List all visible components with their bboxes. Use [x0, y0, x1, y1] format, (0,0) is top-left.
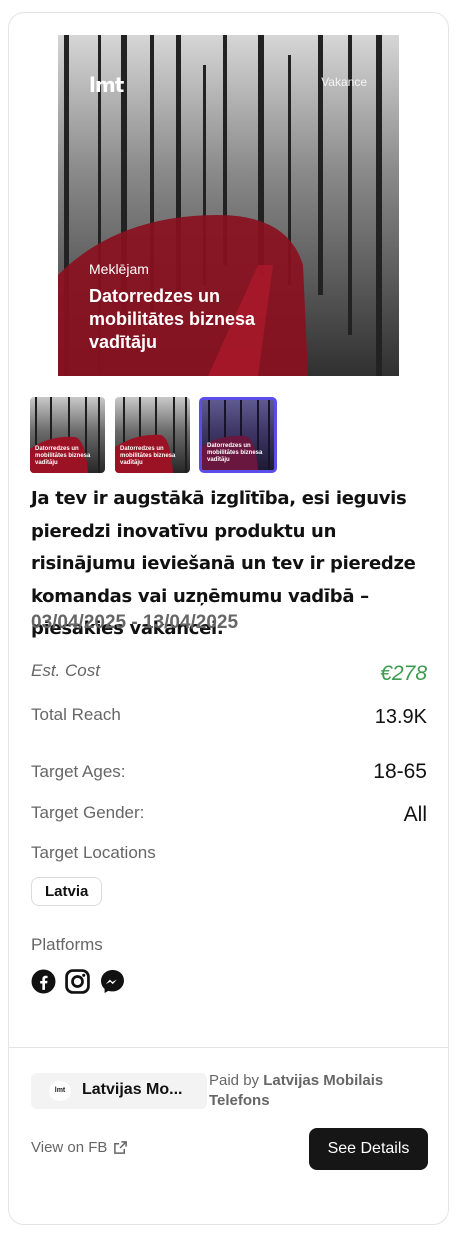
thumbnail-caption: Datorredzes un mobilitātes biznesa vadīt…	[120, 446, 176, 466]
view-on-fb-link[interactable]: View on FB	[31, 1139, 128, 1156]
paid-by-text: Paid by Latvijas Mobilais Telefons	[209, 1071, 419, 1111]
target-gender-label: Target Gender:	[31, 803, 145, 822]
thumbnail-1[interactable]: Datorredzes un mobilitātes biznesa vadīt…	[30, 397, 105, 473]
platforms-label: Platforms	[31, 935, 103, 954]
total-reach-label: Total Reach	[31, 705, 121, 724]
advertiser-avatar: lmt	[49, 1081, 71, 1101]
instagram-icon	[65, 969, 90, 994]
est-cost-label: Est. Cost	[31, 661, 100, 680]
thumbnail-caption: Datorredzes un mobilitātes biznesa vadīt…	[35, 446, 91, 466]
see-details-button[interactable]: See Details	[309, 1128, 428, 1170]
location-chip: Latvia	[31, 877, 103, 906]
target-locations-label: Target Locations	[31, 843, 156, 862]
facebook-icon	[31, 969, 56, 994]
advertiser-page[interactable]: lmt Latvijas Mo...	[31, 1073, 207, 1109]
ad-card: lmt Vakance Meklējam Datorredzes un mobi…	[8, 12, 449, 1225]
target-ages-value: 18-65	[373, 760, 427, 783]
lmt-logo: lmt	[89, 73, 124, 97]
hero-subtitle: Meklējam	[89, 261, 149, 277]
target-ages-label: Target Ages:	[31, 762, 126, 781]
view-on-fb-label: View on FB	[31, 1139, 108, 1156]
footer-divider	[9, 1047, 448, 1048]
hero-tag: Vakance	[321, 75, 367, 89]
thumbnail-2[interactable]: Datorredzes un mobilitātes biznesa vadīt…	[115, 397, 190, 473]
hero-title: Datorredzes un mobilitātes biznesa vadīt…	[89, 286, 256, 352]
ad-date-range: 03/04/2025 - 13/04/2025	[31, 612, 239, 633]
advertiser-name: Latvijas Mo...	[82, 1081, 183, 1098]
thumbnail-3-selected[interactable]: Datorredzes un mobilitātes biznesa vadīt…	[199, 397, 277, 473]
target-gender-value: All	[403, 803, 427, 826]
messenger-icon	[101, 970, 124, 993]
external-link-icon	[114, 1141, 128, 1154]
ad-creative-image[interactable]: lmt Vakance Meklējam Datorredzes un mobi…	[58, 35, 399, 376]
thumbnail-caption: Datorredzes un mobilitātes biznesa vadīt…	[207, 443, 263, 463]
total-reach-value: 13.9K	[374, 706, 427, 728]
est-cost-value: €278	[380, 662, 427, 685]
paid-by-prefix: Paid by	[209, 1072, 260, 1089]
